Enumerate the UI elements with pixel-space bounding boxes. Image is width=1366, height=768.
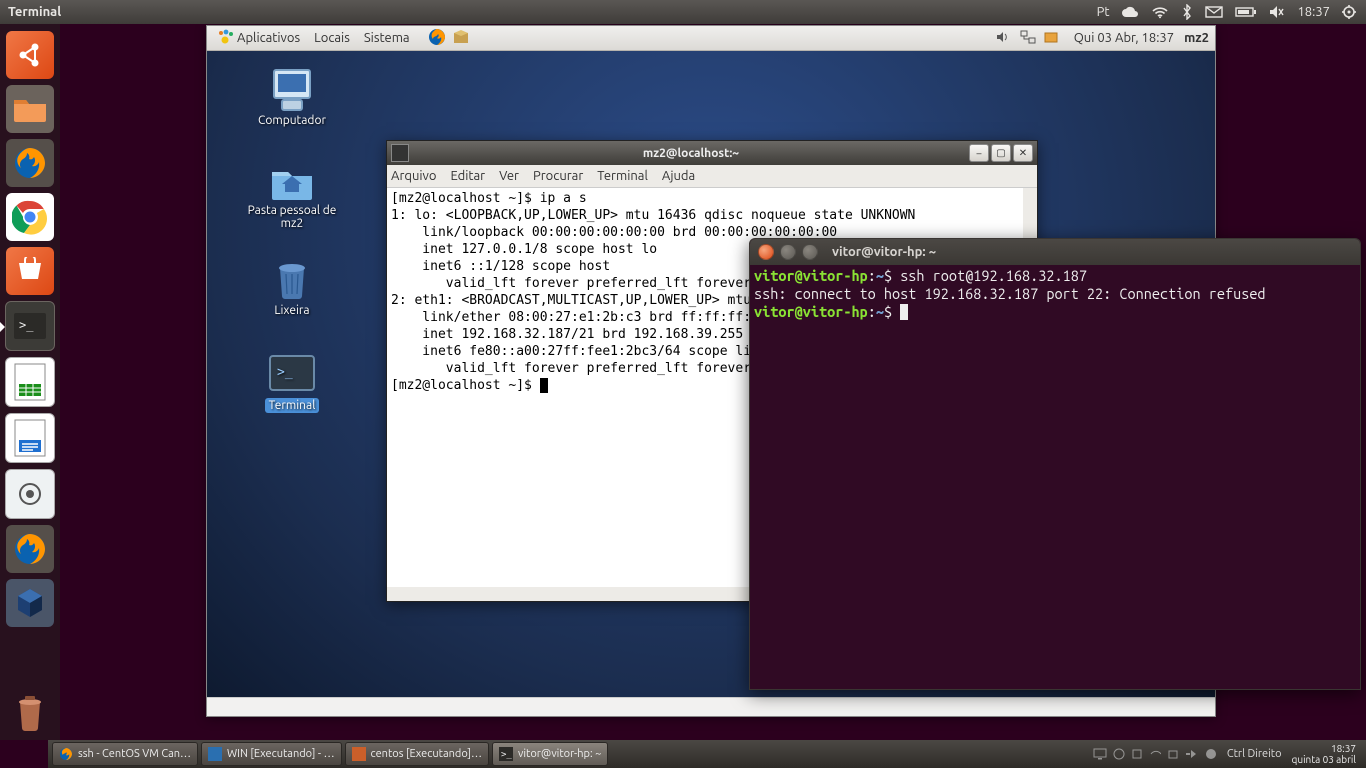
menu-applications[interactable]: Aplicativos — [237, 31, 300, 45]
desktop-computer-icon[interactable]: Computador — [237, 66, 347, 127]
ubuntu-terminal-titlebar[interactable]: vitor@vitor-hp: ~ — [750, 239, 1360, 265]
virtualbox-status-icons[interactable]: Ctrl Direito — [1093, 748, 1282, 760]
desktop-trash-label: Lixeira — [237, 304, 347, 317]
desktop-trash-icon[interactable]: Lixeira — [237, 256, 347, 317]
desktop-terminal-icon[interactable]: >_ Terminal — [237, 350, 347, 413]
vbox-small-icon — [352, 747, 366, 761]
centos-terminal-title: mz2@localhost:~ — [415, 147, 967, 160]
cursor — [540, 378, 548, 393]
virtualbox-icon[interactable] — [6, 579, 54, 627]
chrome-icon[interactable] — [6, 193, 54, 241]
wifi-icon[interactable] — [1151, 0, 1169, 24]
close-button[interactable] — [758, 244, 774, 260]
host-key-indicator: Ctrl Direito — [1227, 748, 1282, 760]
centos-terminal-titlebar[interactable]: mz2@localhost:~ – ▢ ✕ — [387, 141, 1037, 165]
network-panel-icon[interactable] — [1020, 30, 1036, 47]
maximize-button[interactable] — [802, 244, 818, 260]
unity-top-panel: Terminal Pt 18:37 — [0, 0, 1366, 24]
maximize-button[interactable]: ▢ — [991, 144, 1011, 162]
taskbar-clock[interactable]: 18:37 quinta 03 abril — [1292, 743, 1356, 765]
menu-ver[interactable]: Ver — [499, 169, 519, 183]
taskbar-item-win-vbox[interactable]: WIN [Executando] - … — [201, 742, 342, 766]
centos-terminal-menubar: Arquivo Editar Ver Procurar Terminal Aju… — [387, 165, 1037, 188]
gnome-top-panel: Aplicativos Locais Sistema Qui 03 Abr, 1… — [207, 26, 1215, 51]
gnome-foot-icon[interactable] — [217, 28, 233, 49]
gnome-user[interactable]: mz2 — [1184, 31, 1209, 45]
close-button[interactable]: ✕ — [1013, 144, 1033, 162]
vbox-small-icon — [208, 747, 222, 761]
gnome-date[interactable]: Qui 03 Abr, 18:37 — [1074, 31, 1174, 45]
menu-places[interactable]: Locais — [314, 31, 350, 45]
ubuntu-terminal-body[interactable]: vitor@vitor-hp:~$ ssh root@192.168.32.18… — [750, 265, 1360, 689]
unity-launcher: >_ — [0, 24, 60, 740]
battery-icon[interactable] — [1235, 0, 1257, 24]
desktop-home-icon[interactable]: Pasta pessoal de mz2 — [237, 156, 347, 230]
desktop-terminal-label: Terminal — [265, 398, 320, 413]
taskbar-item-terminal[interactable]: >_ vitor@vitor-hp: ~ — [492, 742, 608, 766]
software-center-icon[interactable] — [6, 247, 54, 295]
firefox-alt-icon[interactable] — [6, 525, 54, 573]
settings-icon[interactable] — [5, 469, 55, 519]
menu-ajuda[interactable]: Ajuda — [662, 169, 695, 183]
minimize-button[interactable] — [780, 244, 796, 260]
terminal-window-icon — [391, 144, 409, 162]
firefox-icon[interactable] — [6, 139, 54, 187]
ubuntu-terminal-window: vitor@vitor-hp: ~ vitor@vitor-hp:~$ ssh … — [749, 238, 1361, 690]
updates-panel-icon[interactable] — [1044, 30, 1060, 47]
svg-text:>_: >_ — [277, 365, 293, 380]
session-gear-icon[interactable] — [1342, 0, 1356, 24]
terminal-small-icon: >_ — [499, 747, 513, 761]
cursor — [900, 304, 908, 320]
bottom-taskbar: ssh - CentOS VM Can… WIN [Executando] - … — [48, 740, 1366, 768]
terminal-icon[interactable]: >_ — [5, 301, 55, 351]
trash-icon[interactable] — [6, 688, 54, 736]
libreoffice-calc-icon[interactable] — [5, 357, 55, 407]
volume-icon[interactable] — [1269, 0, 1285, 24]
taskbar-item-centos-vbox[interactable]: centos [Executando]… — [345, 742, 489, 766]
firefox-panel-icon[interactable] — [428, 28, 444, 49]
dash-icon[interactable] — [6, 31, 54, 79]
nautilus-icon[interactable] — [6, 85, 54, 133]
mail-icon[interactable] — [1205, 0, 1223, 24]
menu-terminal[interactable]: Terminal — [597, 169, 648, 183]
libreoffice-writer-icon[interactable] — [5, 413, 55, 463]
keyboard-layout-indicator[interactable]: Pt — [1097, 0, 1110, 24]
minimize-button[interactable]: – — [969, 144, 989, 162]
svg-text:>_: >_ — [19, 318, 34, 332]
virtualbox-horizontal-scrollbar[interactable] — [207, 697, 1215, 716]
clock[interactable]: 18:37 — [1297, 0, 1330, 24]
active-window-title: Terminal — [8, 5, 61, 19]
firefox-small-icon — [59, 747, 73, 761]
ubuntu-terminal-title: vitor@vitor-hp: ~ — [832, 245, 936, 259]
menu-arquivo[interactable]: Arquivo — [391, 169, 436, 183]
menu-editar[interactable]: Editar — [450, 169, 485, 183]
svg-text:>_: >_ — [501, 750, 512, 760]
volume-panel-icon[interactable] — [996, 30, 1012, 47]
desktop-computer-label: Computador — [237, 114, 347, 127]
menu-procurar[interactable]: Procurar — [533, 169, 583, 183]
bluetooth-icon[interactable] — [1181, 0, 1193, 24]
cloud-icon[interactable] — [1121, 0, 1139, 24]
taskbar-item-ssh-centos[interactable]: ssh - CentOS VM Can… — [52, 742, 198, 766]
desktop-home-label: Pasta pessoal de mz2 — [237, 204, 347, 230]
menu-system[interactable]: Sistema — [364, 31, 410, 45]
package-manager-panel-icon[interactable] — [452, 28, 468, 49]
